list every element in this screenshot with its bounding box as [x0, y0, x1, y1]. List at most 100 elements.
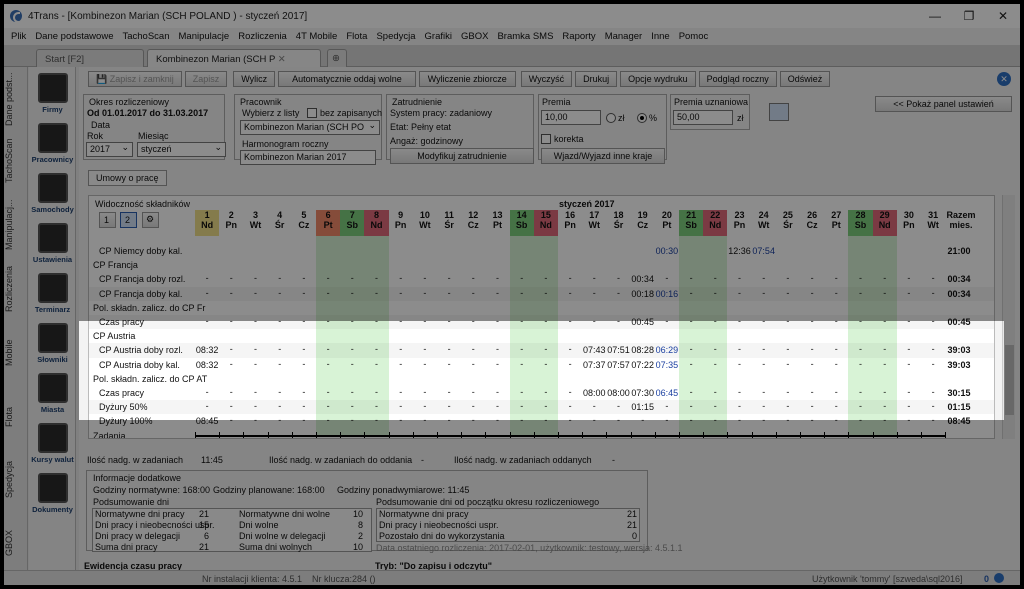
grid-cell-empty[interactable]: - [679, 401, 703, 411]
grid-cell[interactable]: 08:45 [195, 416, 219, 426]
vertical-tab-0[interactable]: Dane podst... [4, 67, 26, 131]
grid-cell-empty[interactable]: - [437, 273, 461, 283]
grid-cell-empty[interactable]: - [727, 401, 751, 411]
grid-cell-empty[interactable]: - [703, 273, 727, 283]
menu-item-5[interactable]: 4T Mobile [296, 31, 338, 42]
grid-cell-empty[interactable]: - [800, 359, 824, 369]
grid-cell-empty[interactable]: - [413, 288, 437, 298]
menu-item-11[interactable]: Raporty [562, 31, 595, 42]
grid-cell-empty[interactable]: - [800, 401, 824, 411]
tab-contracts[interactable]: Umowy o pracę [88, 170, 167, 186]
grid-cell[interactable]: 06:29 [655, 345, 679, 355]
bonus-zl-radio[interactable] [606, 113, 616, 123]
grid-cell-empty[interactable]: - [752, 387, 776, 397]
vertical-tab-6[interactable]: Spedycja [4, 447, 26, 511]
grid-cell-empty[interactable]: - [461, 288, 485, 298]
day-header-14[interactable]: 14 Sb [509, 210, 534, 236]
grid-cell-empty[interactable]: - [485, 401, 509, 411]
grid-cell-empty[interactable]: - [873, 387, 897, 397]
grid-cell-empty[interactable]: - [437, 288, 461, 298]
day-header-18[interactable]: 18 Śr [606, 210, 630, 236]
grid-cell-empty[interactable]: - [631, 415, 655, 425]
day-header-4[interactable]: 4 Śr [268, 210, 292, 236]
grid-cell-empty[interactable]: - [219, 415, 243, 425]
grid-cell-empty[interactable]: - [897, 415, 921, 425]
bonus-pct-radio[interactable] [637, 113, 647, 123]
grid-cell[interactable]: 07:57 [606, 360, 630, 370]
grid-cell-empty[interactable]: - [389, 415, 413, 425]
grid-cell-empty[interactable]: - [485, 359, 509, 369]
grid-cell-empty[interactable]: - [437, 415, 461, 425]
vertical-tab-7[interactable]: GBOX [4, 511, 26, 575]
bonus-input[interactable]: 10,00 [541, 110, 601, 125]
grid-cell-empty[interactable]: - [606, 316, 630, 326]
day-header-8[interactable]: 8 Nd [364, 210, 389, 236]
module-6[interactable]: Miasta [29, 373, 76, 414]
grid-cell[interactable]: 08:32 [195, 360, 219, 370]
grid-cell-empty[interactable]: - [389, 344, 413, 354]
vertical-tab-2[interactable]: Manipulacj... [4, 193, 26, 257]
grid-cell-empty[interactable]: - [413, 316, 437, 326]
grid-cell-empty[interactable]: - [243, 344, 267, 354]
grid-cell-empty[interactable]: - [534, 288, 558, 298]
day-header-30[interactable]: 30 Pn [897, 210, 921, 236]
grid-cell-empty[interactable]: - [534, 387, 558, 397]
grid-cell-empty[interactable]: - [316, 316, 340, 326]
grid-cell-empty[interactable]: - [703, 316, 727, 326]
day-header-28[interactable]: 28 Sb [848, 210, 873, 236]
grid-cell-empty[interactable]: - [655, 415, 679, 425]
grid-cell-empty[interactable]: - [897, 359, 921, 369]
day-header-19[interactable]: 19 Cz [631, 210, 655, 236]
grid-cell-empty[interactable]: - [268, 387, 292, 397]
grid-cell-empty[interactable]: - [873, 401, 897, 411]
grid-cell-empty[interactable]: - [558, 415, 582, 425]
grid-cell-empty[interactable]: - [800, 316, 824, 326]
clear-button[interactable]: Wyczyść [520, 71, 573, 87]
grid-cell[interactable]: 08:00 [582, 388, 606, 398]
grid-cell-empty[interactable]: - [703, 288, 727, 298]
grid-cell-empty[interactable]: - [437, 359, 461, 369]
module-1[interactable]: Pracownicy [29, 123, 76, 164]
grid-cell-empty[interactable]: - [510, 415, 534, 425]
grid-cell-empty[interactable]: - [413, 344, 437, 354]
grid-cell-empty[interactable]: - [558, 387, 582, 397]
month-select[interactable]: styczeń [137, 142, 226, 157]
grid-cell-empty[interactable]: - [582, 273, 606, 283]
grid-cell-empty[interactable]: - [752, 273, 776, 283]
grid-cell-empty[interactable]: - [752, 415, 776, 425]
minimize-icon[interactable]: — [918, 4, 952, 28]
grid-cell-empty[interactable]: - [752, 316, 776, 326]
grid-cell-empty[interactable]: - [582, 288, 606, 298]
grid-cell-empty[interactable]: - [558, 288, 582, 298]
save-close-button[interactable]: 💾 Zapisz i zamknij [88, 71, 182, 87]
day-header-3[interactable]: 3 Wt [243, 210, 267, 236]
grid-cell-empty[interactable]: - [776, 316, 800, 326]
grid-cell-empty[interactable]: - [873, 273, 897, 283]
grid-cell-empty[interactable]: - [389, 316, 413, 326]
grid-cell-empty[interactable]: - [413, 401, 437, 411]
grid-cell-empty[interactable]: - [703, 387, 727, 397]
grid-cell-empty[interactable]: - [340, 316, 364, 326]
grid-cell-empty[interactable]: - [897, 316, 921, 326]
grid-cell-empty[interactable]: - [461, 344, 485, 354]
grid-cell-empty[interactable]: - [510, 288, 534, 298]
grid-cell-empty[interactable]: - [195, 316, 219, 326]
grid-cell-empty[interactable]: - [824, 288, 848, 298]
grid-cell-empty[interactable]: - [219, 288, 243, 298]
new-tab-button[interactable]: ⊕ [327, 49, 347, 67]
menu-item-10[interactable]: Bramka SMS [497, 31, 553, 42]
grid-cell-empty[interactable]: - [897, 344, 921, 354]
grid-cell-empty[interactable]: - [485, 415, 509, 425]
grid-cell-empty[interactable]: - [824, 344, 848, 354]
schedule-field[interactable]: Kombinezon Marian 2017 [240, 150, 376, 165]
grid-cell-empty[interactable]: - [558, 344, 582, 354]
grid-cell-empty[interactable]: - [268, 359, 292, 369]
grid-cell-empty[interactable]: - [437, 344, 461, 354]
grid-cell-empty[interactable]: - [340, 344, 364, 354]
year-select[interactable]: 2017 [86, 142, 133, 157]
calc-button[interactable]: Wylicz [233, 71, 276, 87]
grid-cell-empty[interactable]: - [703, 344, 727, 354]
grid-cell-empty[interactable]: - [364, 387, 388, 397]
grid-cell-empty[interactable]: - [679, 387, 703, 397]
grid-cell-empty[interactable]: - [461, 387, 485, 397]
